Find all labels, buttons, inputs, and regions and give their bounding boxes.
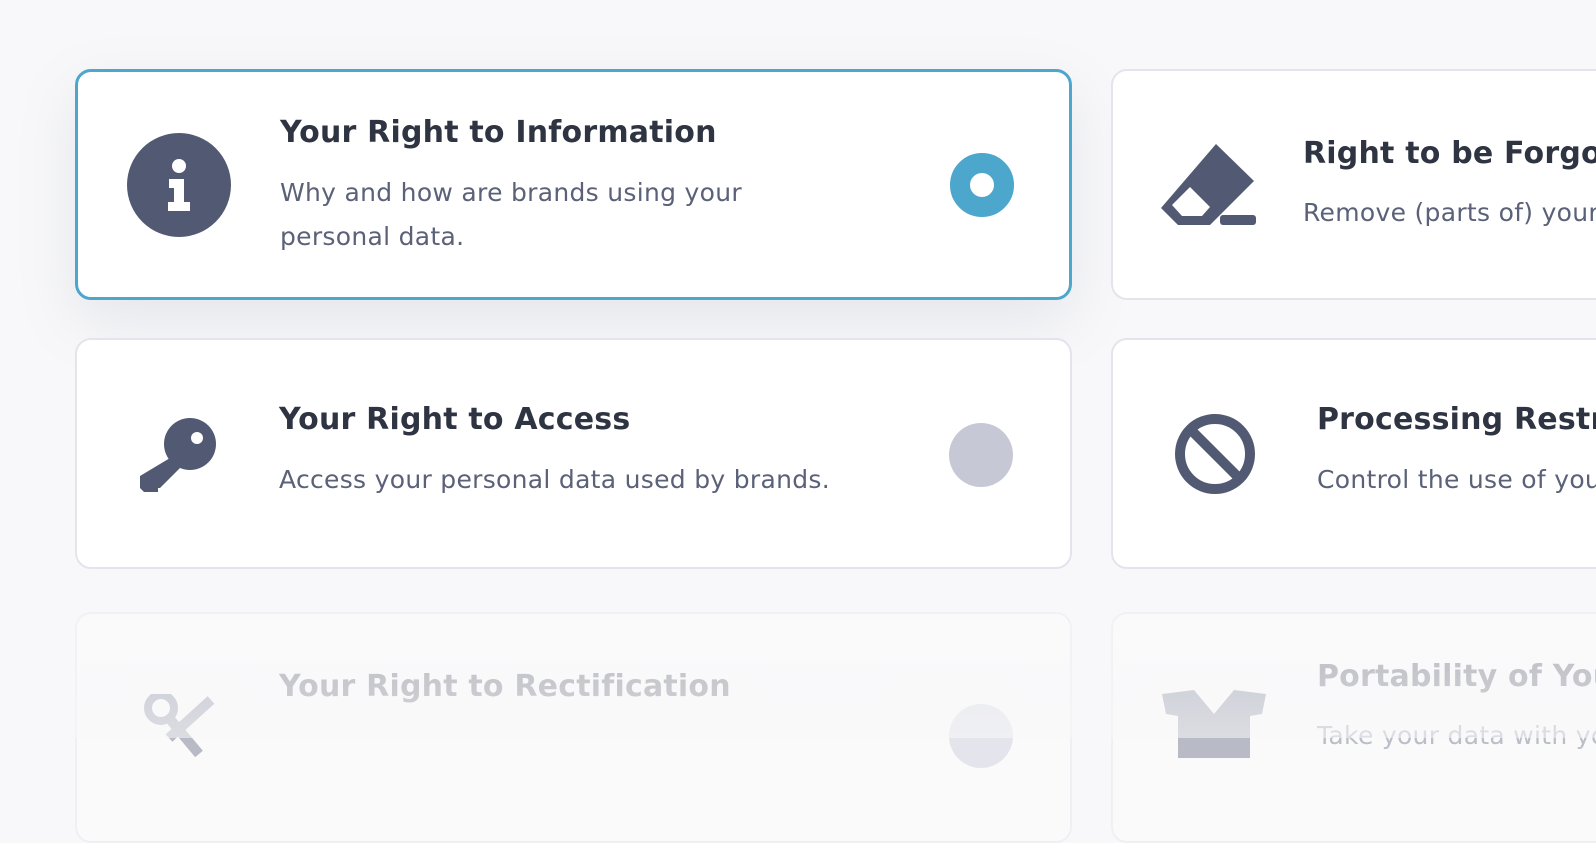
right-card-access[interactable]: Your Right to Access Access your persona… — [75, 338, 1072, 569]
tools-icon — [144, 694, 215, 758]
right-card-rectification[interactable]: Your Right to Rectification — [75, 612, 1072, 843]
card-description: Why and how are brands using your — [280, 178, 742, 207]
right-card-restriction[interactable]: Processing Restriction Control the use o… — [1111, 338, 1596, 569]
key-icon — [140, 418, 216, 492]
card-title: Your Right to Access — [279, 402, 631, 437]
radio-selected[interactable] — [950, 153, 1014, 217]
ban-icon — [1175, 414, 1255, 494]
box-icon — [1162, 690, 1266, 758]
card-title: Processing Restriction — [1317, 402, 1596, 437]
card-title: Your Right to Information — [280, 115, 717, 150]
right-card-portability[interactable]: Portability of Your Data Take your data … — [1111, 612, 1596, 843]
right-card-information[interactable]: Your Right to Information Why and how ar… — [75, 69, 1072, 300]
card-description-line2: personal data. — [280, 222, 465, 251]
card-description: Control the use of your — [1317, 465, 1596, 494]
radio-unselected[interactable] — [949, 704, 1013, 768]
eraser-icon — [1161, 144, 1256, 225]
card-title: Portability of Your Data — [1317, 659, 1596, 694]
card-title: Your Right to Rectification — [279, 669, 731, 704]
card-description: Remove (parts of) your — [1303, 198, 1596, 227]
card-description: Take your data with you — [1317, 721, 1596, 750]
info-icon — [127, 133, 231, 237]
right-card-forgotten[interactable]: Right to be Forgotten Remove (parts of) … — [1111, 69, 1596, 300]
radio-unselected[interactable] — [949, 423, 1013, 487]
card-description: Access your personal data used by brands… — [279, 465, 830, 494]
card-title: Right to be Forgotten — [1303, 136, 1596, 171]
